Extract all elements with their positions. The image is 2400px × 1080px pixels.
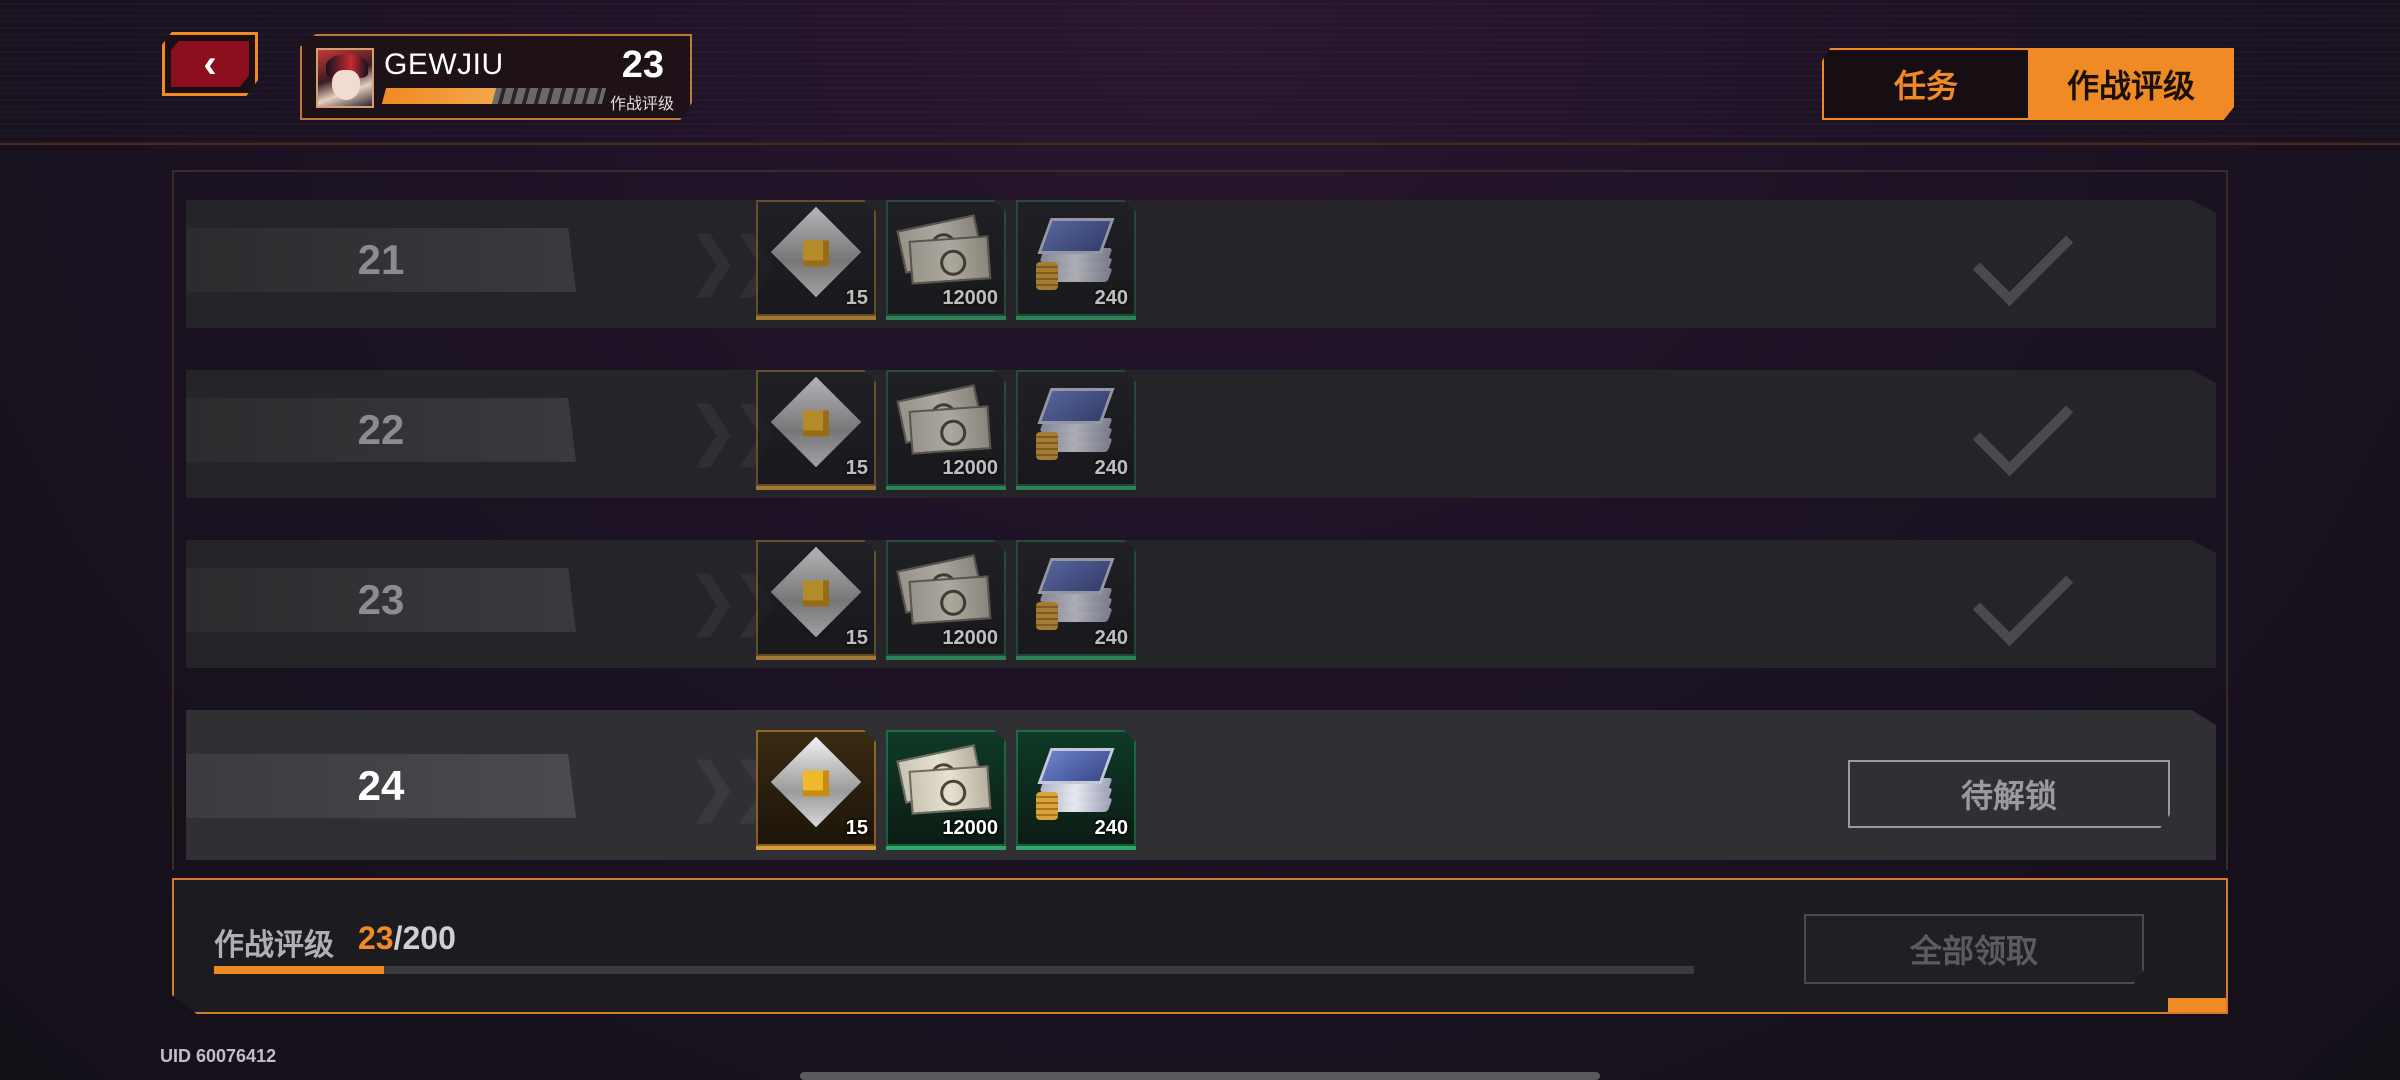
rank-progress-track <box>214 966 1694 974</box>
player-level: 23 <box>621 44 664 86</box>
reward-item-chip[interactable]: 240 <box>1016 200 1136 320</box>
banknote-icon <box>896 744 992 816</box>
banknote-icon <box>896 384 992 456</box>
pending-unlock-button[interactable]: 待解锁 <box>1848 760 2170 828</box>
reward-count: 15 <box>845 817 868 839</box>
rank-current: 23 <box>358 920 394 956</box>
rank-max: /200 <box>393 920 456 956</box>
rank-label: 作战评级 <box>214 929 334 962</box>
reward-count: 240 <box>1094 457 1128 479</box>
reward-count: 240 <box>1094 817 1128 839</box>
rank-row-21: 21 ❯❯ 15 12000 240 <box>186 200 2216 328</box>
banknote-icon <box>896 554 992 626</box>
rank-row-23: 23 ❯❯ 15 12000 240 <box>186 540 2216 668</box>
rank-level: 23 <box>186 568 576 632</box>
reward-count: 12000 <box>942 287 998 309</box>
xp-bar <box>381 88 607 104</box>
claimed-check-icon <box>1972 545 2074 647</box>
xp-bar-fill <box>381 88 497 104</box>
claimed-check-icon <box>1972 205 2074 307</box>
back-button[interactable]: ‹ <box>162 32 258 96</box>
reward-item-chip[interactable]: 240 <box>1016 540 1136 660</box>
chip-stack-icon <box>1036 388 1116 466</box>
reward-count: 15 <box>845 457 868 479</box>
diamond-cube-icon <box>770 206 862 298</box>
diamond-cube-icon <box>770 376 862 468</box>
avatar <box>316 48 374 108</box>
tab-combat-rank[interactable]: 作战评级 <box>2028 48 2234 120</box>
rank-progress-fill <box>214 966 385 974</box>
reward-item-banknote[interactable]: 12000 <box>886 200 1006 320</box>
reward-item-diamond[interactable]: 15 <box>756 370 876 490</box>
reward-item-diamond[interactable]: 15 <box>756 200 876 320</box>
reward-list: 15 12000 240 <box>756 200 1136 320</box>
rank-level: 22 <box>186 398 576 462</box>
diamond-cube-icon <box>770 546 862 638</box>
reward-item-chip[interactable]: 240 <box>1016 730 1136 850</box>
reward-list: 15 12000 240 <box>756 730 1136 850</box>
reward-item-diamond[interactable]: 15 <box>756 730 876 850</box>
reward-item-chip[interactable]: 240 <box>1016 370 1136 490</box>
player-level-label: 作战评级 <box>609 96 674 113</box>
rank-level: 24 <box>186 754 576 818</box>
chevron-left-icon: ‹ <box>203 42 217 86</box>
tab-bar: 任务 作战评级 <box>1822 48 2234 120</box>
claimed-check-icon <box>1972 375 2074 477</box>
home-indicator[interactable] <box>800 1072 1600 1080</box>
reward-count: 240 <box>1094 287 1128 309</box>
reward-item-banknote[interactable]: 12000 <box>886 370 1006 490</box>
player-name: GEWJIU <box>384 48 504 81</box>
player-profile[interactable]: GEWJIU 23 作战评级 <box>300 34 692 120</box>
reward-count: 15 <box>845 627 868 649</box>
user-id: UID 60076412 <box>160 1046 277 1066</box>
reward-item-banknote[interactable]: 12000 <box>886 540 1006 660</box>
chip-stack-icon <box>1036 558 1116 636</box>
rank-progress-bar: 作战评级 23/200 全部领取 <box>172 878 2228 1014</box>
rank-reward-list[interactable]: 21 ❯❯ 15 12000 240 22 ❯❯ 15 12000 240 23… <box>172 170 2228 870</box>
chip-stack-icon <box>1036 748 1116 826</box>
reward-count: 15 <box>845 287 868 309</box>
reward-count: 12000 <box>942 457 998 479</box>
chip-stack-icon <box>1036 218 1116 296</box>
rank-level: 21 <box>186 228 576 292</box>
diamond-cube-icon <box>770 736 862 828</box>
reward-list: 15 12000 240 <box>756 370 1136 490</box>
reward-item-diamond[interactable]: 15 <box>756 540 876 660</box>
corner-accent <box>2168 998 2226 1012</box>
reward-list: 15 12000 240 <box>756 540 1136 660</box>
rank-row-22: 22 ❯❯ 15 12000 240 <box>186 370 2216 498</box>
rank-row-24: 24 ❯❯❯ 15 12000 240 待解锁 <box>186 710 2216 860</box>
reward-count: 12000 <box>942 817 998 839</box>
reward-item-banknote[interactable]: 12000 <box>886 730 1006 850</box>
reward-count: 240 <box>1094 627 1128 649</box>
rank-value: 23/200 <box>358 920 456 957</box>
banknote-icon <box>896 214 992 286</box>
tab-tasks[interactable]: 任务 <box>1822 48 2028 120</box>
reward-count: 12000 <box>942 627 998 649</box>
claim-all-button[interactable]: 全部领取 <box>1804 914 2144 984</box>
